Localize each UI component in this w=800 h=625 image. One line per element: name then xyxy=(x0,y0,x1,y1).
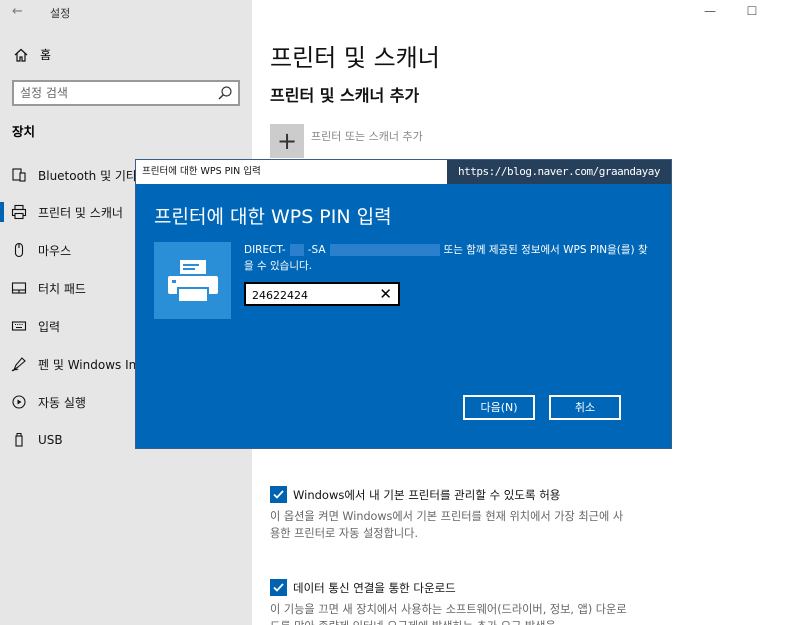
minimize-button[interactable]: — xyxy=(700,3,720,19)
pin-input[interactable] xyxy=(246,285,374,306)
sidebar-item-label: 마우스 xyxy=(38,243,72,258)
sidebar-item-label: 터치 패드 xyxy=(38,281,86,296)
add-printer-label[interactable]: 프린터 또는 스캐너 추가 xyxy=(311,128,423,144)
option-description: 이 옵션을 켜면 Windows에서 기본 프린터를 현재 위치에서 가장 최근… xyxy=(270,510,624,540)
redacted-block xyxy=(289,244,304,256)
redacted-block xyxy=(329,244,440,256)
page-title: 프린터 및 스캐너 xyxy=(270,44,440,72)
checkmark-icon xyxy=(273,490,284,499)
search-box[interactable] xyxy=(12,80,240,106)
cancel-button[interactable]: 취소 xyxy=(549,395,621,420)
home-icon xyxy=(14,48,28,62)
touchpad-icon xyxy=(11,280,27,296)
option-label: Windows에서 내 기본 프린터를 관리할 수 있도록 허용 xyxy=(293,487,561,502)
autoplay-icon xyxy=(11,394,27,410)
option-label: 데이터 통신 연결을 통한 다운로드 xyxy=(293,580,456,595)
pin-input-box[interactable]: ✕ xyxy=(244,282,400,306)
sidebar-item-label: 프린터 및 스캐너 xyxy=(38,205,123,220)
section-label-devices: 장치 xyxy=(12,124,36,139)
sidebar-item-label: 입력 xyxy=(38,319,61,334)
checkbox-checked[interactable] xyxy=(270,579,287,596)
sidebar-item-home[interactable]: 홈 xyxy=(14,46,51,63)
bluetooth-devices-icon xyxy=(11,167,27,183)
sidebar-item-label: 홈 xyxy=(40,48,52,62)
option-metered-download[interactable]: 데이터 통신 연결을 통한 다운로드 xyxy=(270,579,456,596)
pen-icon xyxy=(11,356,27,372)
dialog-title-bar: 프린터에 대한 WPS PIN 입력 xyxy=(136,160,447,184)
device-name-prefix: DIRECT- xyxy=(244,244,286,256)
option-description: 이 기능을 끄면 새 장치에서 사용하는 소프트웨어(드라이버, 정보, 앱) … xyxy=(270,603,627,625)
checkmark-icon xyxy=(273,583,284,592)
search-icon[interactable] xyxy=(217,85,233,101)
printer-icon xyxy=(167,259,218,303)
back-arrow-icon[interactable]: ← xyxy=(12,4,23,19)
keyboard-icon xyxy=(11,318,27,334)
search-input[interactable] xyxy=(14,82,204,104)
sidebar-item-label: 자동 실행 xyxy=(38,395,86,410)
next-button[interactable]: 다음(N) xyxy=(463,395,535,420)
section-title: 프린터 및 스캐너 추가 xyxy=(270,86,420,105)
printer-icon xyxy=(11,204,27,220)
add-printer-button[interactable]: + xyxy=(270,124,304,158)
dialog-heading: 프린터에 대한 WPS PIN 입력 xyxy=(154,206,392,228)
dialog-message: DIRECT- -SA 또는 함께 제공된 정보에서 WPS PIN을(를) 찾을 … xyxy=(244,242,654,274)
option-manage-default-printer[interactable]: Windows에서 내 기본 프린터를 관리할 수 있도록 허용 xyxy=(270,486,560,503)
message-text: 또는 함께 제공된 정보에서 WPS PIN을(를) 찾을 수 있습니다. xyxy=(244,244,648,272)
maximize-button[interactable]: ☐ xyxy=(742,3,762,19)
checkbox-checked[interactable] xyxy=(270,486,287,503)
wps-pin-dialog: 프린터에 대한 WPS PIN 입력 https://blog.naver.co… xyxy=(135,159,672,449)
mouse-icon xyxy=(11,242,27,258)
usb-icon xyxy=(11,432,27,448)
printer-tile xyxy=(154,242,231,319)
app-title: 설정 xyxy=(50,7,71,20)
sidebar-item-label: USB xyxy=(38,433,63,447)
blog-watermark: https://blog.naver.com/graandayay xyxy=(447,160,671,184)
title-bar: ← 설정 — ☐ xyxy=(0,0,800,24)
device-name-mid: -SA xyxy=(307,244,326,256)
clear-icon[interactable]: ✕ xyxy=(379,285,392,303)
sidebar-item-label: 펜 및 Windows Ink xyxy=(38,357,144,372)
